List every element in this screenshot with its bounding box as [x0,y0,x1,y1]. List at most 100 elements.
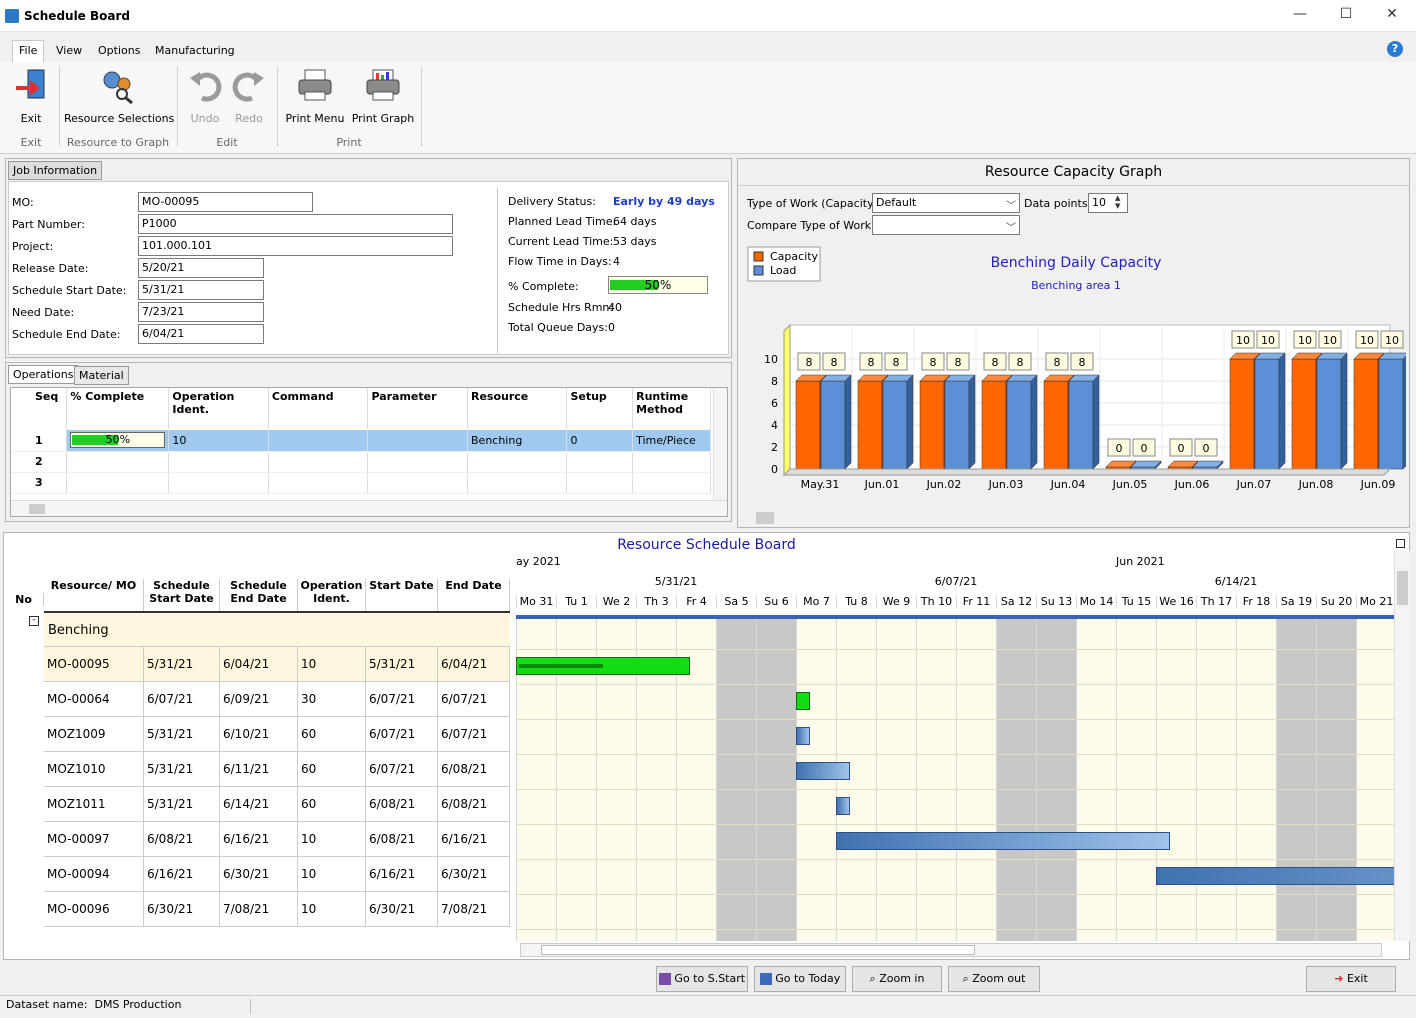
day-column [916,615,956,941]
cell-pct [66,472,170,494]
title-bar: Schedule Board — ☐ ✕ [0,0,1416,32]
data-label: 0 [1116,442,1123,455]
exit-board-button[interactable]: ➜ Exit [1306,966,1396,992]
menu-view[interactable]: View [56,44,82,57]
task-bar[interactable] [796,762,850,780]
chart-horizontal-scrollbar[interactable] [742,511,1406,525]
row-progress-bar: 50% [70,432,166,449]
col-setup[interactable]: Setup [566,388,634,430]
table-row[interactable]: 2 [11,451,711,473]
gantt-horizontal-scrollbar[interactable] [520,943,1382,957]
week-label: 6/07/21 [934,575,978,588]
capacity-panel: Resource Capacity Graph Type of Work (Ca… [737,158,1410,528]
col-resource[interactable]: Resource [467,388,568,430]
board-row[interactable]: MO-00096 6/30/21 7/08/21 10 6/30/21 7/08/21 [44,892,510,927]
task-bar[interactable] [516,657,690,675]
board-row[interactable]: MOZ1011 5/31/21 6/14/21 60 6/08/21 6/08/21 [44,787,510,822]
day-column [1196,615,1236,941]
help-icon[interactable]: ? [1387,41,1403,57]
table-row[interactable]: 1 50% 10 Benching 0 Time/Piece [11,430,711,452]
mo-field[interactable]: MO-00095 [138,192,313,212]
tab-job-information[interactable]: Job Information [8,161,103,180]
cell-operation-ident: 10 [298,822,366,857]
maximize-button[interactable]: ☐ [1333,6,1359,26]
redo-button[interactable]: Redo [228,66,270,126]
bar-side-load [844,374,852,470]
cell-start-date: 6/07/21 [366,752,438,787]
print-graph-button[interactable]: Print Graph [350,66,416,126]
row-gridline [516,649,1394,650]
task-bar[interactable] [796,727,810,745]
board-row[interactable]: MO-00064 6/07/21 6/09/21 30 6/07/21 6/07/21 [44,682,510,717]
menu-file[interactable]: File [12,40,45,62]
minimize-button[interactable]: — [1287,6,1313,26]
col-command[interactable]: Command [268,388,369,430]
bar-load [820,380,846,470]
scroll-thumb[interactable] [1397,571,1408,605]
go-to-start-button[interactable]: Go to S.Start [656,966,748,992]
spinner-arrows-icon[interactable]: ▲ ▼ [1115,194,1120,210]
release-date-field[interactable]: 5/20/21 [138,258,264,278]
need-date-field[interactable]: 7/23/21 [138,302,264,322]
tab-material[interactable]: Material [74,366,129,385]
type-of-work-select[interactable]: Default [872,193,1020,213]
task-bar[interactable] [836,832,1170,850]
group-row[interactable] [44,613,510,647]
menu-options[interactable]: Options [98,44,140,57]
board-row[interactable]: MO-00097 6/08/21 6/16/21 10 6/08/21 6/16/21 [44,822,510,857]
col-runtime-method[interactable]: Runtime Method [632,388,711,430]
scroll-thumb[interactable] [756,512,774,524]
board-row[interactable]: MOZ1009 5/31/21 6/10/21 60 6/07/21 6/07/21 [44,717,510,752]
task-bar[interactable] [836,797,850,815]
schedule-start-field[interactable]: 5/31/21 [138,280,264,300]
menu-manufacturing[interactable]: Manufacturing [155,44,235,57]
ribbon: Exit Exit Resource Selections Resource t… [0,62,1416,154]
exit-button[interactable]: Exit [10,66,52,126]
zoom-in-button[interactable]: ⌕ Zoom in [852,966,942,992]
resource-selections-button[interactable]: Resource Selections [64,66,174,126]
cell-operation-ident: 30 [298,682,366,717]
col-operation-ident[interactable]: Operation Ident. [168,388,269,430]
cell-end-date: 6/16/21 [438,822,510,857]
col-pct-complete[interactable]: % Complete [66,388,170,430]
go-to-today-button[interactable]: Go to Today [754,966,846,992]
day-label: We 16 [1156,595,1196,608]
close-button[interactable]: ✕ [1379,6,1405,26]
day-label: Th 17 [1196,595,1236,608]
undo-button[interactable]: Undo [184,66,226,126]
cell-mo: MO-00064 [44,682,144,717]
collapse-group-icon[interactable]: - [29,616,39,626]
percent-complete-bar: 50% [608,276,708,294]
board-row[interactable]: MO-00095 5/31/21 6/04/21 10 5/31/21 6/04/21 [44,647,510,682]
board-row[interactable]: MOZ1010 5/31/21 6/11/21 60 6/07/21 6/08/21 [44,752,510,787]
tab-operations[interactable]: Operations [8,365,79,384]
cell-start-date: 5/31/21 [366,647,438,682]
scroll-thumb[interactable] [541,945,975,955]
schedule-end-field[interactable]: 6/04/21 [138,324,264,344]
task-bar[interactable] [1156,867,1394,885]
cell-method: Time/Piece [632,430,711,452]
collapse-icon[interactable] [1396,539,1405,548]
group-exit-label: Exit [20,136,42,149]
data-points-stepper[interactable]: 10 [1088,193,1128,213]
gantt-vertical-scrollbar[interactable] [1394,551,1410,941]
y-tick-label: 4 [771,419,778,432]
horizontal-scrollbar[interactable] [11,500,727,516]
project-field[interactable]: 101.000.101 [138,236,453,256]
row-gridline [516,894,1394,895]
print-menu-button[interactable]: Print Menu [284,66,346,126]
col-seq[interactable]: Seq [11,388,68,430]
board-row[interactable]: MO-00094 6/16/21 6/30/21 10 6/16/21 6/30/21 [44,857,510,892]
compare-type-select[interactable] [872,215,1020,235]
table-row[interactable]: 3 [11,472,711,494]
scroll-thumb[interactable] [29,504,45,514]
vertical-scrollbar[interactable] [713,388,727,500]
part-number-field[interactable]: P1000 [138,214,453,234]
dataset-status: Dataset name: DMS Production [6,998,182,1011]
row-gridline [516,859,1394,860]
zoom-out-button[interactable]: ⌕ Zoom out [948,966,1040,992]
cell-parameter [367,451,468,473]
cell-operation-ident: 10 [298,857,366,892]
col-parameter[interactable]: Parameter [367,388,468,430]
task-bar[interactable] [796,692,810,710]
